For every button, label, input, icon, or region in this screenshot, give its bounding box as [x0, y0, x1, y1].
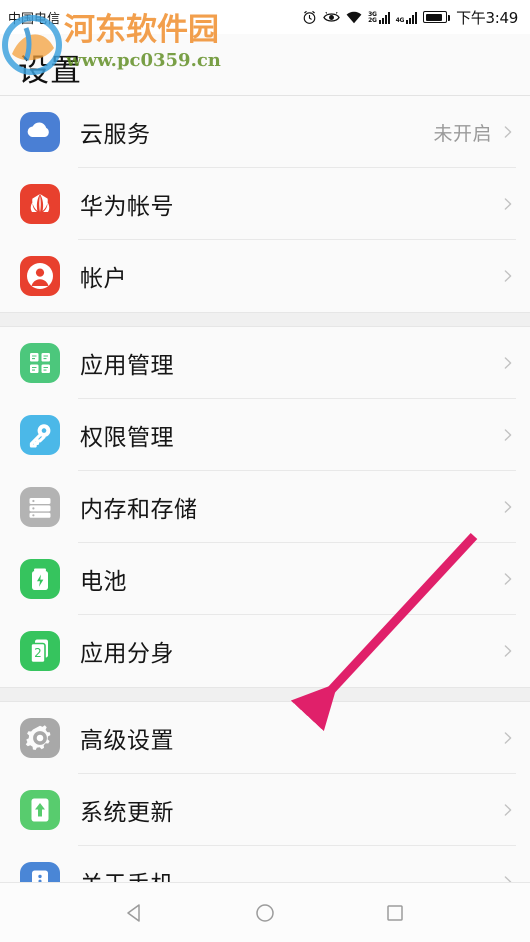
cloud-icon: [20, 112, 60, 152]
group-separator: [0, 687, 530, 702]
page-header: 设置: [0, 34, 530, 96]
row-label: 云服务: [80, 122, 151, 148]
chevron-right-icon: [504, 645, 512, 657]
chevron-right-icon: [504, 573, 512, 585]
key-icon-wrap: [18, 413, 62, 457]
chevron-right-icon: [504, 732, 512, 744]
row-label: 帐户: [80, 266, 127, 292]
app-twin-icon-wrap: 2: [18, 629, 62, 673]
row-label: 高级设置: [80, 728, 174, 754]
battery-icon: [20, 559, 60, 599]
settings-row-storage[interactable]: 内存和存储: [0, 471, 530, 543]
row-label: 权限管理: [80, 425, 174, 451]
eye-icon: [323, 11, 340, 22]
net-label-lower: 2G: [368, 16, 377, 24]
settings-row-huawei[interactable]: 华为帐号: [0, 168, 530, 240]
system-update-icon: [20, 790, 60, 830]
svg-text:2: 2: [34, 646, 42, 660]
chevron-right-icon: [504, 198, 512, 210]
gear-icon-wrap: [18, 716, 62, 760]
status-bar: 中国电信 3G 2G 4G 下午3:49: [0, 0, 530, 34]
settings-row-apps-grid[interactable]: 应用管理: [0, 327, 530, 399]
row-label: 华为帐号: [80, 194, 174, 220]
settings-row-key[interactable]: 权限管理: [0, 399, 530, 471]
chevron-right-icon: [504, 357, 512, 369]
apps-grid-icon-wrap: [18, 341, 62, 385]
cloud-icon-wrap: [18, 110, 62, 154]
huawei-icon-wrap: [18, 182, 62, 226]
settings-row-app-twin[interactable]: 2 应用分身: [0, 615, 530, 687]
settings-row-cloud[interactable]: 云服务 未开启: [0, 96, 530, 168]
battery-icon: [423, 11, 451, 23]
group-separator: [0, 312, 530, 327]
settings-row-account[interactable]: 帐户: [0, 240, 530, 312]
back-button[interactable]: [120, 898, 150, 928]
gear-icon: [20, 718, 60, 758]
storage-icon: [20, 487, 60, 527]
account-icon-wrap: [18, 254, 62, 298]
chevron-right-icon: [504, 270, 512, 282]
row-label: 内存和存储: [80, 497, 198, 523]
alarm-clock-icon: [303, 10, 316, 24]
signal-3g-2g-icon: 3G 2G: [368, 11, 390, 24]
chevron-right-icon: [504, 429, 512, 441]
chevron-right-icon: [504, 501, 512, 513]
chevron-right-icon: [504, 126, 512, 138]
app-twin-icon: 2: [20, 631, 60, 671]
home-button[interactable]: [250, 898, 280, 928]
status-icons: 3G 2G 4G 下午3:49: [302, 7, 518, 28]
row-label: 应用分身: [80, 641, 174, 667]
battery-icon-wrap: [18, 557, 62, 601]
phone-screen: 中国电信 3G 2G 4G 下午3:49 设置 云服务 未开启 华为帐号 帐户 …: [0, 0, 530, 942]
net-label-4g: 4G: [395, 16, 405, 24]
wifi-icon: [346, 11, 362, 23]
chevron-right-icon: [504, 804, 512, 816]
settings-list: 云服务 未开启华为帐号帐户应用管理权限管理内存和存储电池 2 应用分身高级设置系统更新…: [0, 96, 530, 918]
settings-row-system-update[interactable]: 系统更新: [0, 774, 530, 846]
recents-square-icon: [387, 904, 403, 921]
home-circle-icon: [256, 903, 274, 922]
row-label: 应用管理: [80, 353, 174, 379]
settings-group: 云服务 未开启华为帐号帐户: [0, 96, 530, 312]
page-title: 设置: [18, 53, 82, 89]
storage-icon-wrap: [18, 485, 62, 529]
row-label: 电池: [80, 569, 127, 595]
system-update-icon-wrap: [18, 788, 62, 832]
row-label: 系统更新: [80, 800, 174, 826]
carrier-label: 中国电信: [8, 11, 61, 27]
settings-row-gear[interactable]: 高级设置: [0, 702, 530, 774]
settings-group: 应用管理权限管理内存和存储电池 2 应用分身: [0, 327, 530, 687]
recents-button[interactable]: [380, 898, 410, 928]
key-icon: [20, 415, 60, 455]
account-icon: [20, 256, 60, 296]
settings-row-battery[interactable]: 电池: [0, 543, 530, 615]
row-value: 未开启: [433, 122, 492, 145]
navigation-bar: [0, 882, 530, 942]
back-triangle-icon: [127, 903, 140, 922]
huawei-icon: [20, 184, 60, 224]
signal-4g-icon: 4G: [396, 11, 418, 24]
clock-label: 下午3:49: [456, 8, 518, 27]
apps-grid-icon: [20, 343, 60, 383]
